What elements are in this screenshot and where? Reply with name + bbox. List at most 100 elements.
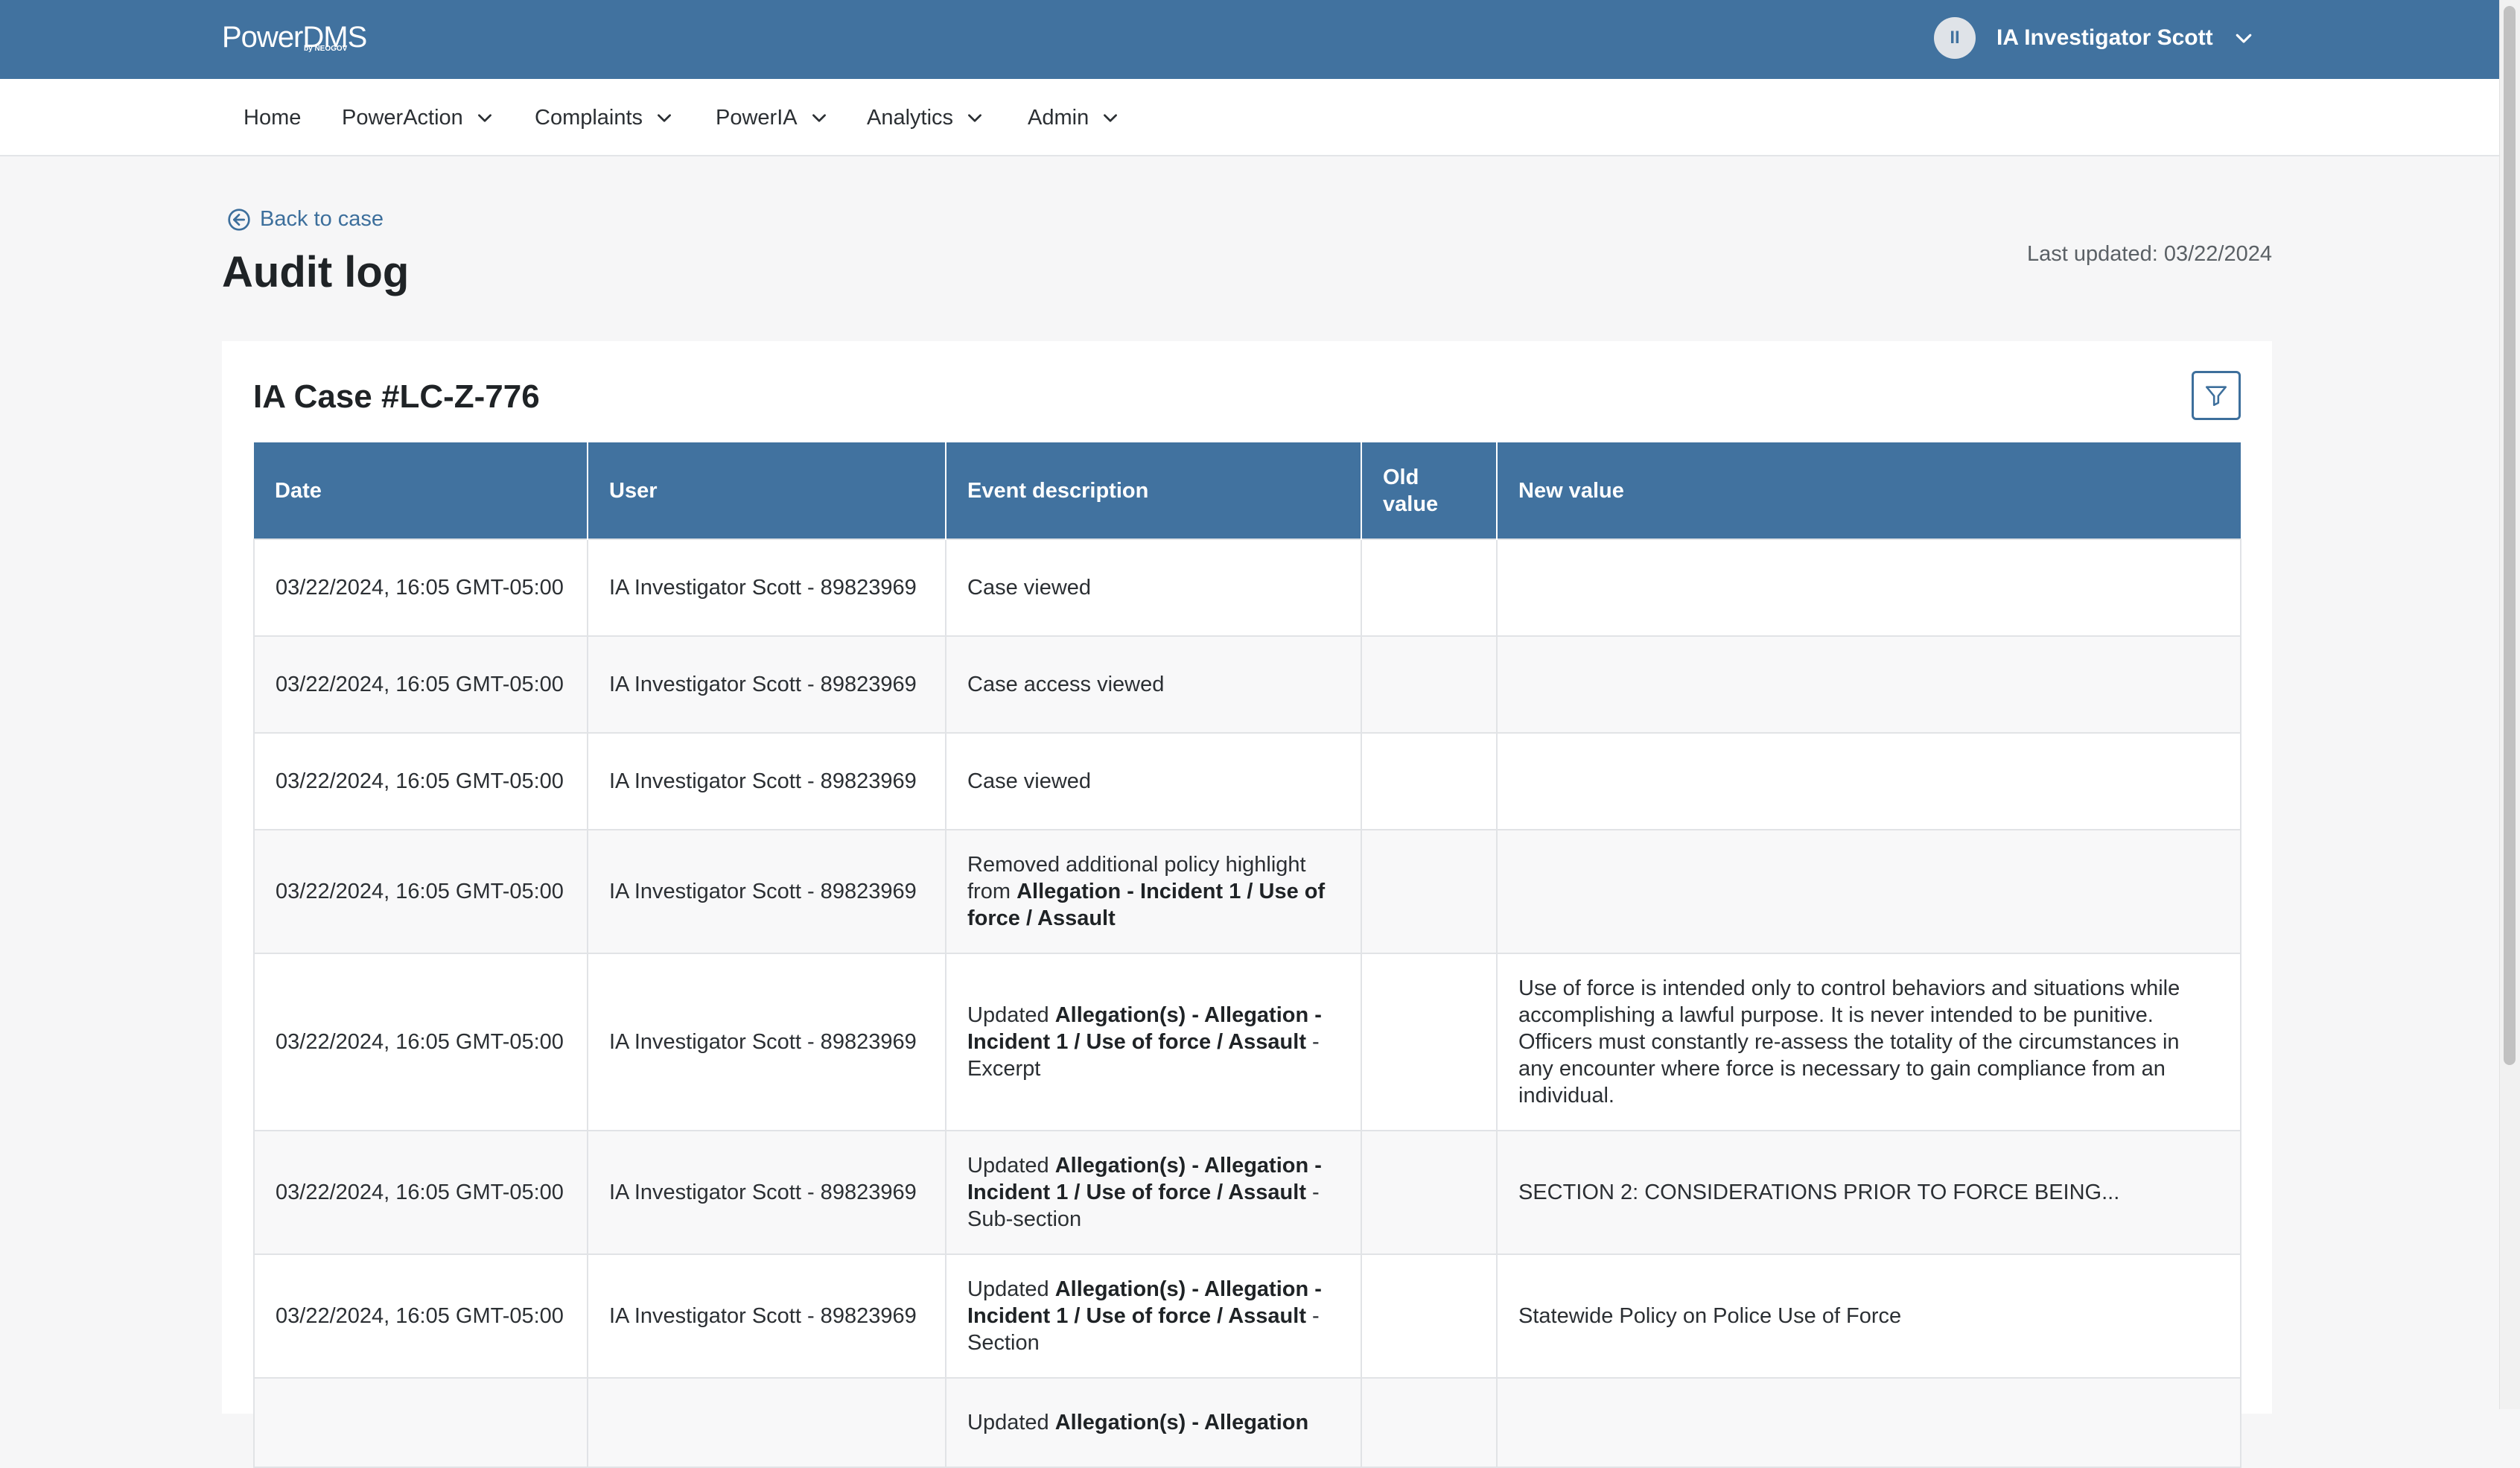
cell-date: 03/22/2024, 16:05 GMT-05:00 <box>253 635 588 734</box>
cell-user <box>587 1377 946 1468</box>
cell-old-value <box>1361 732 1498 830</box>
event-text: Case viewed <box>967 576 1092 600</box>
cell-event-description: Case viewed <box>945 538 1362 637</box>
event-highlight-text: Allegation(s) - Allegation <box>1054 1411 1309 1434</box>
last-updated-text: Last updated: 03/22/2024 <box>2027 242 2272 266</box>
cell-new-value <box>1496 732 2241 830</box>
cell-user: IA Investigator Scott - 89823969 <box>587 1130 946 1255</box>
user-name: IA Investigator Scott <box>1996 25 2213 50</box>
nav-item-poweria[interactable]: PowerIA <box>716 79 829 156</box>
scrollbar-thumb[interactable] <box>2504 6 2516 1065</box>
filter-button[interactable] <box>2192 371 2241 420</box>
cell-old-value <box>1361 953 1498 1131</box>
column-header-new-value[interactable]: New value <box>1497 442 2241 539</box>
column-header-user[interactable]: User <box>588 442 946 539</box>
cell-user: IA Investigator Scott - 89823969 <box>587 635 946 734</box>
cell-new-value <box>1496 538 2241 637</box>
nav-item-complaints[interactable]: Complaints <box>535 79 674 156</box>
audit-log-table: Date User Event description Old value Ne… <box>253 442 2241 1468</box>
table-header-row: Date User Event description Old value Ne… <box>254 442 2241 539</box>
cell-old-value <box>1361 1253 1498 1379</box>
nav-item-label: Analytics <box>867 105 954 130</box>
main-nav: Home PowerAction Complaints PowerIA Analytic… <box>0 79 2499 156</box>
cell-user: IA Investigator Scott - 89823969 <box>587 953 946 1131</box>
cell-event-description: Removed additional policy highlight from… <box>945 829 1362 954</box>
cell-user: IA Investigator Scott - 89823969 <box>587 829 946 954</box>
top-header: PowerDMS by NEOGOV II IA Investigator Sc… <box>0 0 2499 79</box>
nav-item-label: Complaints <box>535 105 643 130</box>
cell-old-value <box>1361 538 1498 637</box>
chevron-down-icon <box>812 114 826 122</box>
cell-new-value: SECTION 2: CONSIDERATIONS PRIOR TO FORCE… <box>1496 1130 2241 1255</box>
cell-event-description: Case viewed <box>945 732 1362 830</box>
cell-user: IA Investigator Scott - 89823969 <box>587 538 946 637</box>
event-text: Case access viewed <box>967 673 1165 696</box>
filter-icon <box>2205 386 2227 407</box>
nav-item-label: Home <box>244 105 302 130</box>
powerdms-logo[interactable]: PowerDMS by NEOGOV <box>222 21 367 54</box>
chevron-down-icon <box>477 114 491 122</box>
table-body: 03/22/2024, 16:05 GMT-05:00 IA Investigat… <box>253 538 2241 1468</box>
case-title: IA Case #LC-Z-776 <box>253 378 540 415</box>
cell-date: 03/22/2024, 16:05 GMT-05:00 <box>253 538 588 637</box>
column-header-event-description[interactable]: Event description <box>946 442 1362 539</box>
cell-user: IA Investigator Scott - 89823969 <box>587 1253 946 1379</box>
cell-new-value <box>1496 1377 2241 1468</box>
nav-item-analytics[interactable]: Analytics <box>867 79 984 156</box>
user-menu[interactable]: II IA Investigator Scott <box>1934 16 2255 60</box>
logo-subtext: by NEOGOV <box>304 45 348 53</box>
cell-old-value <box>1361 1377 1498 1468</box>
nav-item-poweraction[interactable]: PowerAction <box>342 79 494 156</box>
table-row: Updated Allegation(s) - Allegation <box>253 1377 2241 1468</box>
cell-old-value <box>1361 635 1498 734</box>
column-header-old-value[interactable]: Old value <box>1361 442 1498 539</box>
event-text: Updated <box>967 1154 1055 1178</box>
cell-date: 03/22/2024, 16:05 GMT-05:00 <box>253 829 588 954</box>
cell-event-description: Updated Allegation(s) - Allegation - Inc… <box>945 1130 1362 1255</box>
audit-card: IA Case #LC-Z-776 Date User Event descri… <box>222 341 2272 1468</box>
event-text: Updated <box>967 1411 1055 1434</box>
cell-old-value <box>1361 1130 1498 1255</box>
cell-date: 03/22/2024, 16:05 GMT-05:00 <box>253 1130 588 1255</box>
chevron-down-icon <box>968 114 981 122</box>
cell-new-value <box>1496 829 2241 954</box>
nav-item-label: Admin <box>1028 105 1089 130</box>
avatar: II <box>1934 17 1976 59</box>
cell-event-description: Case access viewed <box>945 635 1362 734</box>
table-row: 03/22/2024, 16:05 GMT-05:00 IA Investigat… <box>253 829 2241 954</box>
cell-date: 03/22/2024, 16:05 GMT-05:00 <box>253 732 588 830</box>
cell-date: 03/22/2024, 16:05 GMT-05:00 <box>253 953 588 1131</box>
page-title: Audit log <box>222 248 410 296</box>
table-row: 03/22/2024, 16:05 GMT-05:00 IA Investigat… <box>253 1253 2241 1379</box>
nav-item-home[interactable]: Home <box>244 79 301 156</box>
back-to-case-label: Back to case <box>260 207 384 231</box>
chevron-down-icon <box>658 114 671 122</box>
cell-new-value <box>1496 635 2241 734</box>
cell-new-value: Use of force is intended only to control… <box>1496 953 2241 1131</box>
table-row: 03/22/2024, 16:05 GMT-05:00 IA Investigat… <box>253 953 2241 1131</box>
column-header-date[interactable]: Date <box>254 442 588 539</box>
nav-item-label: PowerIA <box>716 105 798 130</box>
cell-user: IA Investigator Scott - 89823969 <box>587 732 946 830</box>
cell-date <box>253 1377 588 1468</box>
event-highlight-text: Allegation - Incident 1 / Use of force /… <box>967 880 1326 930</box>
table-row: 03/22/2024, 16:05 GMT-05:00 IA Investigat… <box>253 732 2241 830</box>
chevron-down-icon <box>1104 114 1118 122</box>
arrow-left-circle-icon <box>228 208 250 231</box>
event-text: Updated <box>967 1003 1055 1027</box>
nav-item-label: PowerAction <box>342 105 463 130</box>
nav-item-admin[interactable]: Admin <box>1028 79 1120 156</box>
cell-event-description: Updated Allegation(s) - Allegation - Inc… <box>945 1253 1362 1379</box>
table-row: 03/22/2024, 16:05 GMT-05:00 IA Investigat… <box>253 538 2241 637</box>
cell-event-description: Updated Allegation(s) - Allegation <box>945 1377 1362 1468</box>
chevron-down-icon <box>2236 34 2251 43</box>
cell-old-value <box>1361 829 1498 954</box>
cell-date: 03/22/2024, 16:05 GMT-05:00 <box>253 1253 588 1379</box>
cell-event-description: Updated Allegation(s) - Allegation - Inc… <box>945 953 1362 1131</box>
table-row: 03/22/2024, 16:05 GMT-05:00 IA Investigat… <box>253 1130 2241 1255</box>
table-row: 03/22/2024, 16:05 GMT-05:00 IA Investigat… <box>253 635 2241 734</box>
back-to-case-link[interactable]: Back to case <box>227 207 384 232</box>
event-text: Case viewed <box>967 769 1092 793</box>
event-text: Updated <box>967 1277 1055 1301</box>
cell-new-value: Statewide Policy on Police Use of Force <box>1496 1253 2241 1379</box>
